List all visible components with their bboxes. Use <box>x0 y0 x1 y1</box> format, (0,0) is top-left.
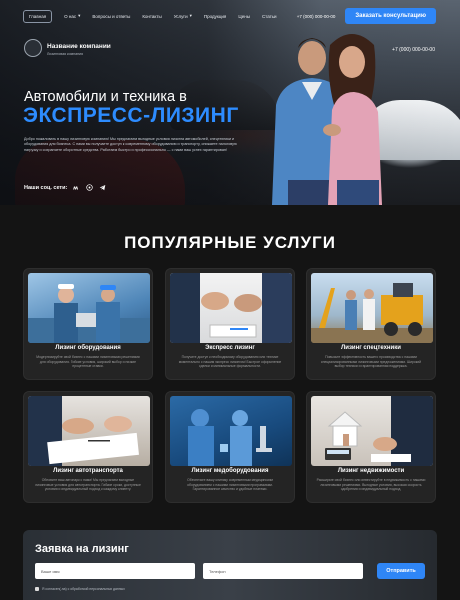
telegram-icon[interactable] <box>99 184 106 191</box>
name-input[interactable]: Ваше имя <box>35 563 195 579</box>
hero-title: Автомобили и техника в <box>24 89 187 105</box>
nav-item-about[interactable]: О нас ▾ <box>64 13 80 19</box>
card-image-transport <box>28 396 150 466</box>
nav-phone[interactable]: +7 (000) 000-00-00 <box>297 14 336 19</box>
chevron-down-icon: ▾ <box>189 13 192 18</box>
card-text: Получите доступ к необходимому оборудова… <box>178 355 282 369</box>
card-text: Повысьте эффективность вашего производст… <box>320 355 422 369</box>
social-label: Наши соц. сети: <box>24 184 68 191</box>
nav-item-contacts[interactable]: Контакты <box>142 14 161 19</box>
whatsapp-icon[interactable] <box>86 184 93 191</box>
nav-item-articles[interactable]: Статьи <box>262 14 277 19</box>
nav-item-prices[interactable]: Цены <box>238 14 250 19</box>
phone-input[interactable]: Телефон <box>203 563 363 579</box>
card-image-equipment <box>28 273 150 343</box>
services-title: ПОПУЛЯРНЫЕ УСЛУГИ <box>124 233 336 252</box>
card-text: Обновите ваш автопарк с нами! Мы предлаг… <box>35 478 141 492</box>
card-text: Расширьте свой бизнес или инвестируйте в… <box>316 478 426 492</box>
company-name: Название компании <box>47 43 111 50</box>
consent-checkbox[interactable] <box>35 587 39 591</box>
card-image-machinery <box>311 273 433 343</box>
card-text: Модернизируйте свой бизнес с нашими лизи… <box>36 355 140 369</box>
service-card[interactable]: Лизинг автотранспорта Обновите ваш автоп… <box>23 391 153 503</box>
card-image-realestate <box>311 396 433 466</box>
card-title: Лизинг автотранспорта <box>53 468 123 474</box>
consent-row[interactable]: Я согласен(-на) с обработкой персональны… <box>35 587 125 591</box>
hero-description: Добро пожаловать в нашу лизинговую компа… <box>24 137 237 152</box>
lease-request-form: Заявка на лизинг Ваше имя Телефон Отправ… <box>23 530 437 600</box>
consultation-button[interactable]: Заказать консультацию <box>345 8 436 24</box>
service-card[interactable]: Лизинг оборудования Модернизируйте свой … <box>23 268 153 380</box>
card-image-medical <box>170 396 292 466</box>
consent-label: Я согласен(-на) с обработкой персональны… <box>42 587 125 591</box>
card-title: Лизинг недвижимости <box>337 468 405 474</box>
service-card[interactable]: Лизинг недвижимости Расширьте свой бизне… <box>306 391 436 503</box>
hero-accent-title: ЭКСПРЕСС-ЛИЗИНГ <box>23 104 239 127</box>
top-nav: Главная О нас ▾ Вопросы и ответы Контакты… <box>23 7 436 25</box>
nav-item-services[interactable]: Услуги ▾ <box>174 13 192 19</box>
form-title: Заявка на лизинг <box>35 543 129 555</box>
hero-section: Главная О нас ▾ Вопросы и ответы Контакты… <box>0 0 460 205</box>
chevron-down-icon: ▾ <box>78 13 81 18</box>
card-image-express <box>170 273 292 343</box>
social-links: Наши соц. сети: ʍ <box>24 184 106 191</box>
vk-icon[interactable]: ʍ <box>73 184 80 191</box>
nav-item-faq[interactable]: Вопросы и ответы <box>92 14 130 19</box>
nav-item-products[interactable]: Продукция <box>204 14 227 19</box>
card-title: Лизинг медоборудования <box>191 468 269 474</box>
service-card[interactable]: Лизинг спецтехники Повысьте эффективност… <box>306 268 436 380</box>
submit-button[interactable]: Отправить <box>377 563 425 579</box>
svg-text:ʍ: ʍ <box>73 186 78 191</box>
card-title: Экспресс лизинг <box>205 345 255 351</box>
service-card[interactable]: Экспресс лизинг Получите доступ к необхо… <box>165 268 295 380</box>
company-subtitle: Лизинговая компания <box>47 52 84 56</box>
nav-item-home[interactable]: Главная <box>23 9 53 23</box>
card-title: Лизинг спецтехники <box>341 345 401 351</box>
card-text: Обеспечьте вашу клинику современным меди… <box>187 478 273 492</box>
service-card[interactable]: Лизинг медоборудования Обеспечьте вашу к… <box>165 391 295 503</box>
hero-couple-photo <box>272 34 382 205</box>
company-logo[interactable] <box>24 39 42 57</box>
card-title: Лизинг оборудования <box>55 345 121 351</box>
header-phone[interactable]: +7 (000) 000-00-00 <box>392 47 435 53</box>
